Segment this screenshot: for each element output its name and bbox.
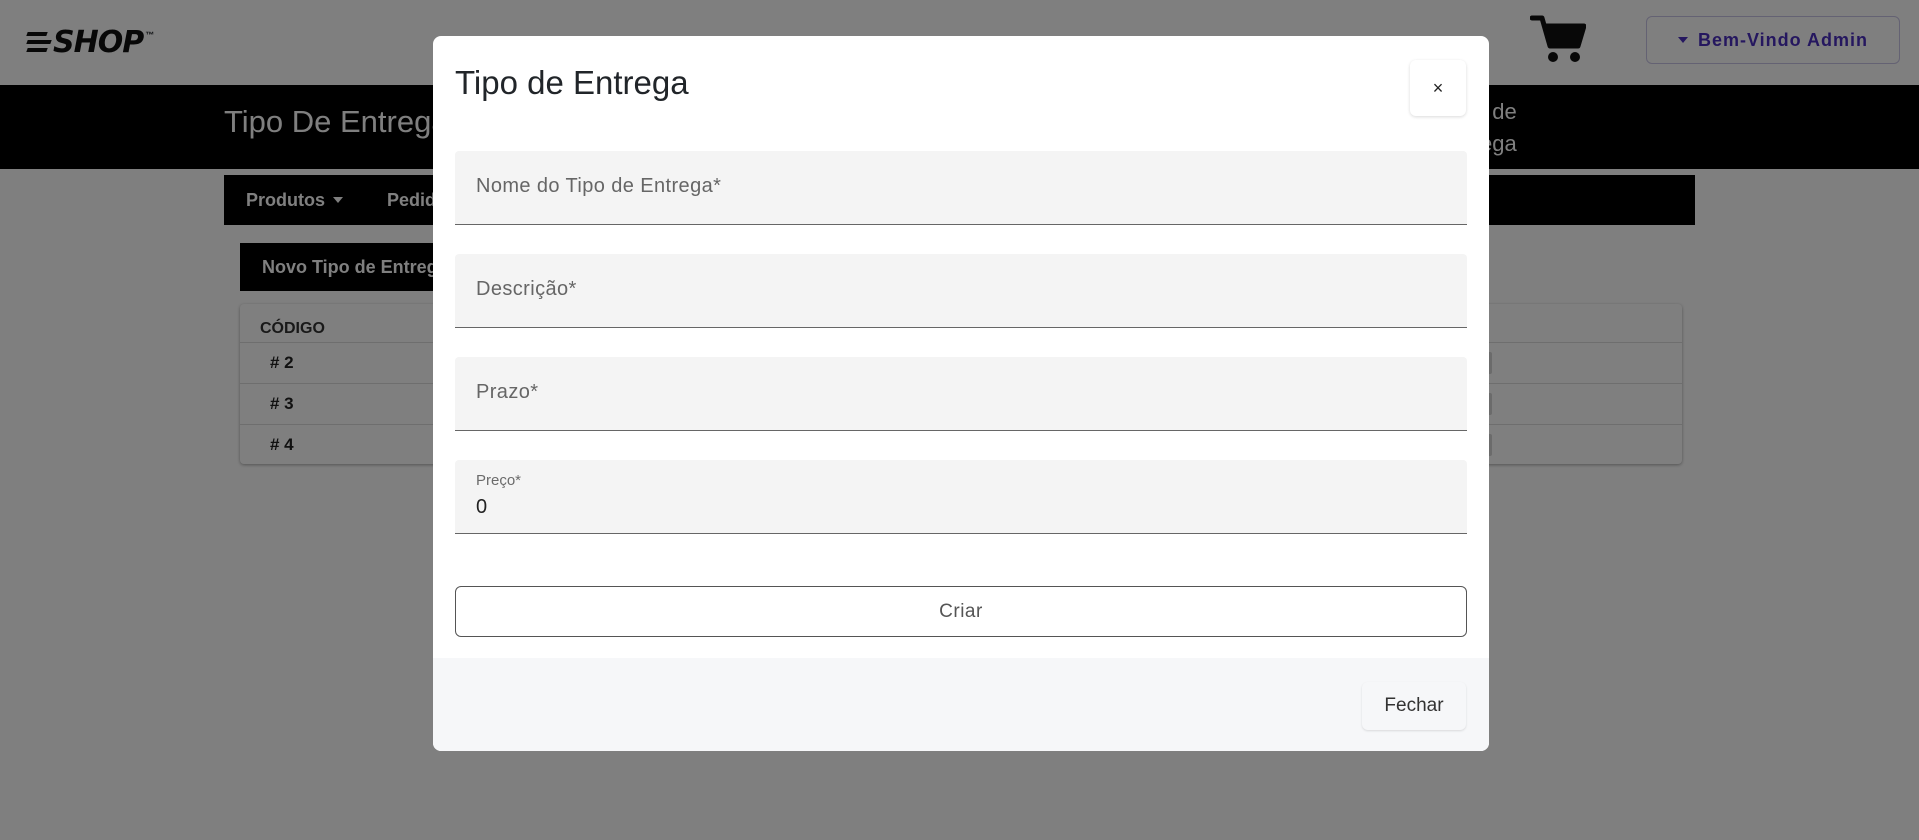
name-field[interactable]: Nome do Tipo de Entrega* xyxy=(455,151,1467,225)
delivery-type-modal: Tipo de Entrega × Nome do Tipo de Entreg… xyxy=(433,36,1489,751)
deadline-field-placeholder: Prazo* xyxy=(476,381,539,403)
price-field[interactable]: Preço* 0 xyxy=(455,460,1467,534)
deadline-field[interactable]: Prazo* xyxy=(455,357,1467,431)
description-field[interactable]: Descrição* xyxy=(455,254,1467,328)
create-button[interactable]: Criar xyxy=(455,586,1467,637)
modal-title: Tipo de Entrega xyxy=(455,64,689,101)
modal-footer: Fechar xyxy=(433,658,1489,751)
name-field-placeholder: Nome do Tipo de Entrega* xyxy=(476,175,722,197)
price-field-value: 0 xyxy=(476,496,488,518)
close-modal-button[interactable]: Fechar xyxy=(1362,682,1466,730)
close-icon: × xyxy=(1432,77,1444,98)
close-button[interactable]: × xyxy=(1410,60,1466,116)
description-field-placeholder: Descrição* xyxy=(476,278,577,300)
price-field-label: Preço* xyxy=(476,472,522,489)
